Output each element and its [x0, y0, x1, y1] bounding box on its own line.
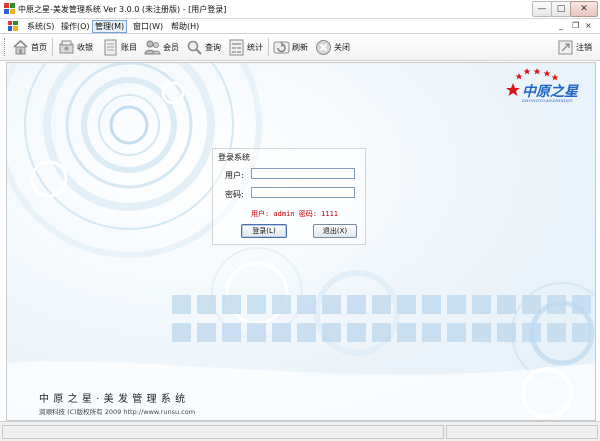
toolbar-separator	[52, 38, 53, 56]
home-label: 首页	[31, 42, 47, 52]
home-button[interactable]: 首页	[12, 37, 47, 57]
menu-system[interactable]: 系统(S)	[24, 21, 57, 32]
logout-button[interactable]: 注销	[557, 37, 592, 57]
user-label: 用户:	[225, 171, 244, 180]
logout-label: 注销	[576, 42, 592, 52]
stats-label: 统计	[247, 42, 263, 52]
refresh-icon	[273, 41, 290, 53]
mdi-app-icon[interactable]	[8, 21, 18, 31]
members-icon	[144, 40, 161, 54]
title-bar: 中原之星-美发管理系统 Ver 3.0.0 (未注册版) - [用户登录] — …	[0, 0, 600, 19]
mdi-restore-button[interactable]: ❐	[572, 21, 579, 30]
accounts-label: 账目	[121, 42, 137, 52]
members-label: 会员	[163, 42, 179, 52]
copyright-text: 润顺科技 (C)版权所有 2009 http://www.runsu.com	[39, 408, 196, 416]
refresh-label: 刷新	[292, 42, 308, 52]
login-hint: 用户: admin 密码: 1111	[251, 210, 339, 218]
toolbar-grip	[4, 38, 8, 56]
status-cell	[2, 425, 444, 439]
app-icon	[4, 3, 15, 14]
query-button[interactable]: 查询	[186, 37, 221, 57]
minimize-button[interactable]: —	[532, 1, 552, 17]
mdi-close-button[interactable]: ×	[585, 21, 592, 30]
brand-name: 中原之星·美发管理系统	[39, 394, 190, 405]
close-circle-icon	[316, 39, 331, 55]
app-window: 中原之星-美发管理系统 Ver 3.0.0 (未注册版) - [用户登录] — …	[0, 0, 600, 441]
mdi-minimize-button[interactable]: _	[559, 21, 563, 30]
logout-icon	[558, 40, 573, 54]
menu-bar: 系统(S) 操作(O) 管理(M) 窗口(W) 帮助(H) _ ❐ ×	[0, 19, 600, 34]
maximize-button[interactable]: □	[551, 1, 571, 17]
query-label: 查询	[205, 42, 221, 52]
login-button[interactable]: 登录(L)	[241, 224, 287, 238]
menu-operation[interactable]: 操作(O)	[58, 21, 93, 32]
stats-icon	[229, 39, 244, 55]
close-page-label: 关闭	[334, 42, 350, 52]
password-label: 密码:	[225, 190, 244, 199]
window-title: 中原之星-美发管理系统 Ver 3.0.0 (未注册版) - [用户登录]	[18, 5, 227, 14]
close-page-button[interactable]: 关闭	[315, 37, 350, 57]
menu-manage[interactable]: 管理(M)	[92, 20, 128, 33]
close-button[interactable]: ✕	[570, 1, 598, 17]
status-bar	[0, 421, 600, 441]
toolbar-separator	[268, 38, 269, 56]
members-button[interactable]: 会员	[144, 37, 179, 57]
login-panel: 登录系统 用户: 密码: 用户: admin 密码: 1111 登录(L) 退出…	[212, 148, 366, 245]
exit-button[interactable]: 退出(X)	[313, 224, 357, 238]
accounts-button[interactable]: 账目	[102, 37, 137, 57]
status-cell	[446, 425, 598, 439]
cashier-button[interactable]: 收银	[58, 37, 93, 57]
menu-window[interactable]: 窗口(W)	[130, 21, 166, 32]
stats-button[interactable]: 统计	[228, 37, 263, 57]
home-icon	[13, 39, 28, 54]
toolbar: 首页 收银 账目 会员 查询 统计 刷新 关闭 注销	[0, 34, 600, 61]
refresh-button[interactable]: 刷新	[273, 37, 308, 57]
accounts-icon	[104, 39, 117, 55]
password-input[interactable]	[251, 187, 355, 198]
login-title: 登录系统	[218, 153, 250, 162]
user-input[interactable]	[251, 168, 355, 179]
logo-subtitle: ZHONGYUANZHIXING	[522, 98, 573, 103]
menu-help[interactable]: 帮助(H)	[168, 21, 202, 32]
query-icon	[187, 40, 202, 55]
cashier-icon	[59, 40, 74, 53]
cashier-label: 收银	[77, 42, 93, 52]
